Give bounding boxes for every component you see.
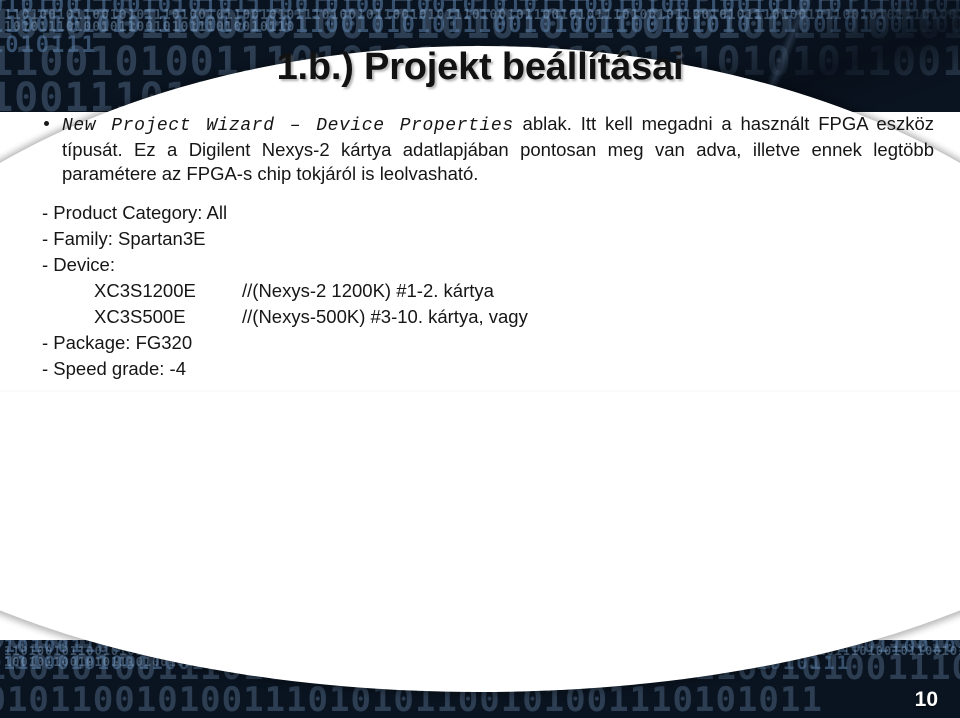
device-row: XC3S1200E //(Nexys-2 1200K) #1-2. kártya (42, 278, 934, 304)
spec-speed-grade: - Speed grade: -4 (42, 357, 186, 379)
device-comment: //(Nexys-500K) #3-10. kártya, vagy (242, 306, 528, 328)
spec-device-label: - Device: (42, 254, 115, 276)
device-row: XC3S500E //(Nexys-500K) #3-10. kártya, v… (42, 304, 934, 330)
device-part-number: XC3S500E (94, 306, 186, 328)
spec-package: - Package: FG320 (42, 331, 193, 353)
spec-product-category: - Product Category: All (42, 202, 228, 224)
device-comment: //(Nexys-2 1200K) #1-2. kártya (242, 280, 494, 302)
slide-root: 1001010101100011010100111010101100101001… (0, 0, 960, 718)
page-number: 10 (914, 688, 938, 711)
bottom-arc-shape (0, 392, 960, 692)
wizard-dialog-name: New Project Wizard – Device Properties (62, 116, 514, 136)
page-title: 1.b.) Projekt beállításai (276, 46, 684, 88)
intro-bullet: New Project Wizard – Device Properties a… (38, 112, 934, 186)
bullet-dot-icon (44, 121, 49, 126)
device-settings-list: - Product Category: All - Family: Sparta… (38, 200, 934, 381)
spec-family: - Family: Spartan3E (42, 228, 206, 250)
device-part-number: XC3S1200E (94, 280, 196, 302)
